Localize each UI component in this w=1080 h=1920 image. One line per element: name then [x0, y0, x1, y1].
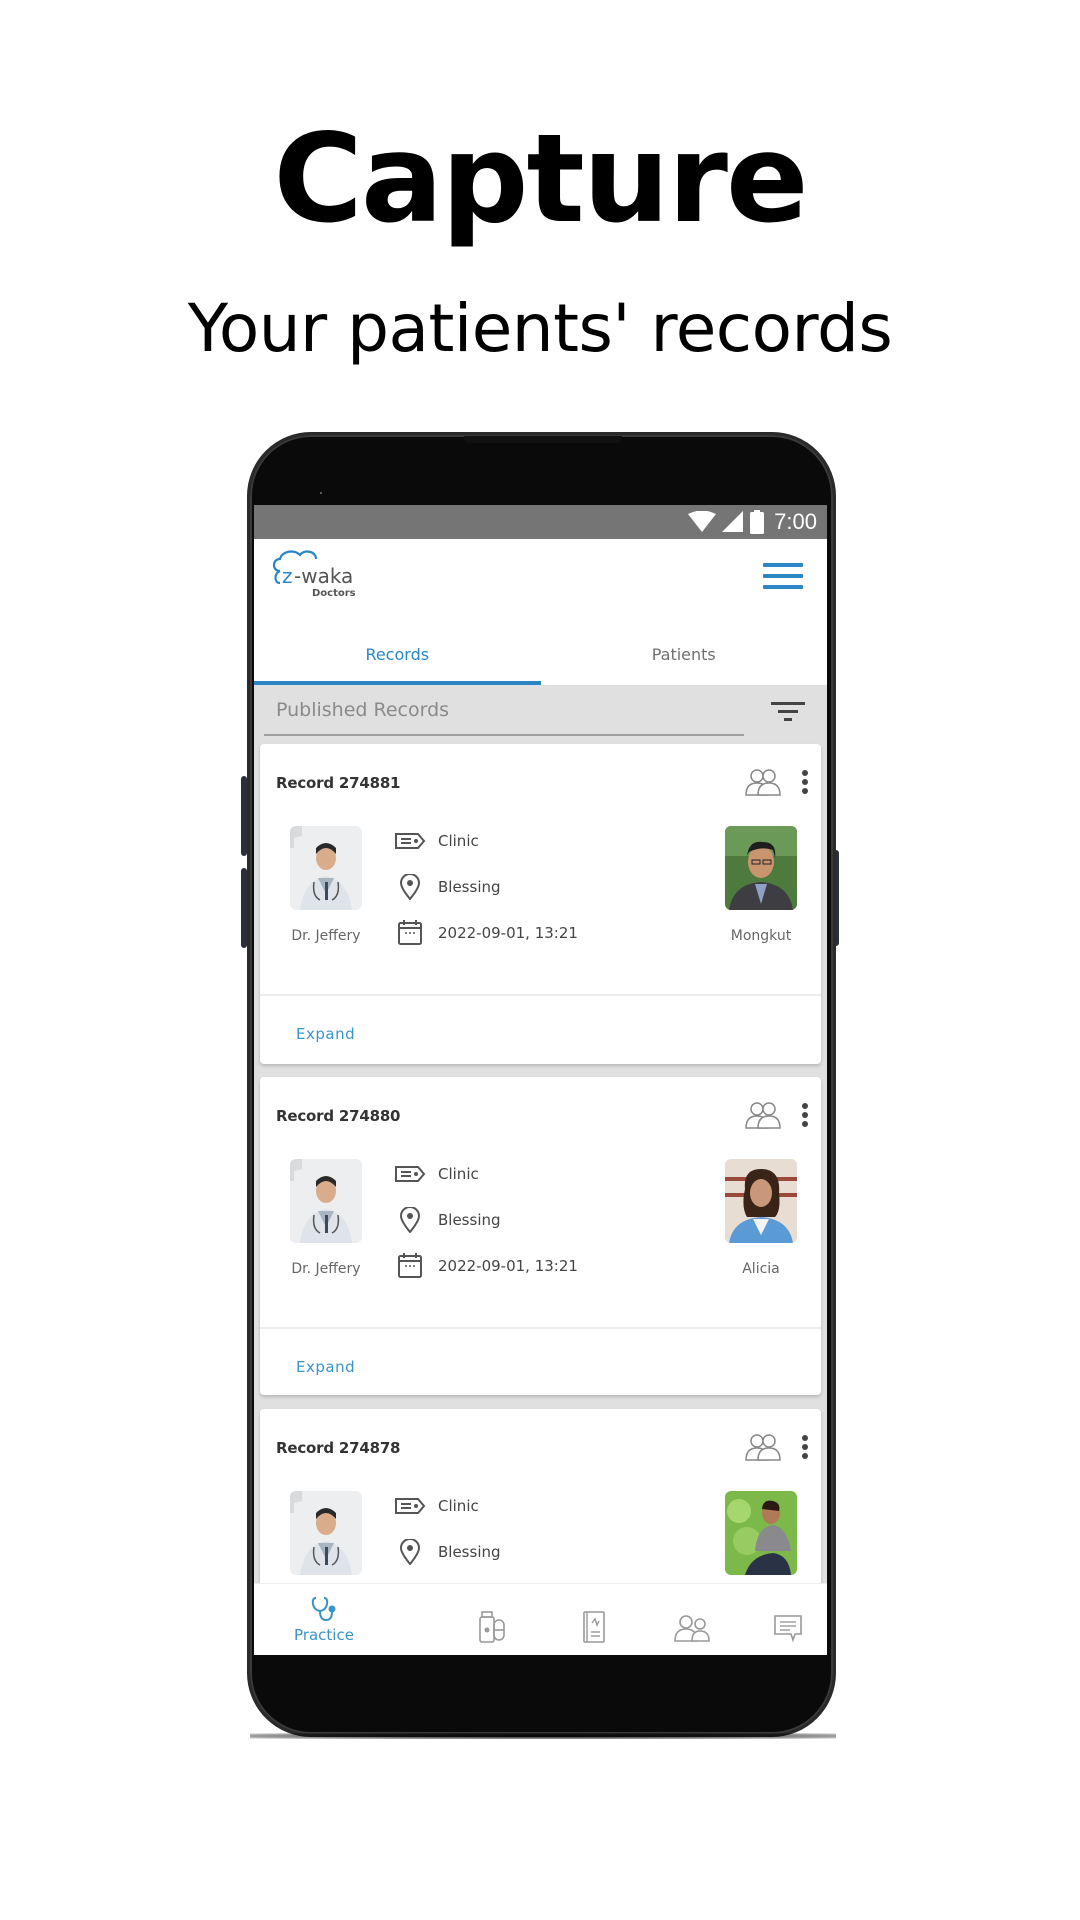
share-with-users-icon[interactable] — [745, 1101, 781, 1129]
status-time: 7:00 — [774, 509, 817, 534]
more-options-icon[interactable] — [801, 1103, 809, 1129]
nav-messages[interactable] — [758, 1584, 818, 1655]
tag-icon — [395, 1166, 426, 1182]
logo-waka: -waka — [294, 564, 353, 588]
signal-icon — [722, 511, 744, 532]
bottom-navigation: Practice — [254, 1583, 827, 1655]
doctor-name: Dr. Jeffery — [291, 1261, 361, 1277]
z-waka-logo: z -waka Doctors — [272, 550, 356, 599]
phone-shadow — [250, 1733, 836, 1739]
record-type-row: Clinic — [394, 1493, 479, 1519]
tag-icon — [395, 1498, 426, 1514]
phone-screen: 7:00 z -waka Doctors Records Patients Pu… — [254, 505, 827, 1655]
record-location: Blessing — [438, 1543, 501, 1561]
share-with-users-icon[interactable] — [745, 768, 781, 796]
record-location: Blessing — [438, 1211, 501, 1229]
doctor-avatar — [290, 1491, 362, 1575]
record-location-row: Blessing — [394, 874, 501, 900]
status-bar: 7:00 — [254, 505, 827, 539]
location-pin-icon — [399, 874, 421, 900]
record-type: Clinic — [438, 1165, 479, 1183]
record-type: Clinic — [438, 1497, 479, 1515]
record-title: Record 274878 — [276, 1439, 401, 1457]
expand-button[interactable]: Expand — [296, 1025, 355, 1043]
patient-name: Alicia — [742, 1261, 780, 1277]
tag-icon — [395, 833, 426, 849]
record-datetime: 2022-09-01, 13:21 — [438, 1257, 578, 1275]
hamburger-menu-button[interactable] — [763, 563, 803, 593]
filter-bar — [254, 685, 827, 743]
card-divider — [260, 1327, 821, 1329]
tab-patients[interactable]: Patients — [541, 621, 828, 685]
phone-speaker — [464, 436, 622, 443]
nav-practice[interactable]: Practice — [284, 1584, 364, 1655]
location-pin-icon — [399, 1539, 421, 1565]
calendar-icon — [398, 1253, 422, 1278]
patient-avatar — [725, 1491, 797, 1575]
more-options-icon[interactable] — [801, 770, 809, 796]
stethoscope-icon — [311, 1597, 336, 1622]
phone-camera — [320, 492, 322, 494]
record-location: Blessing — [438, 878, 501, 896]
record-title: Record 274881 — [276, 774, 401, 792]
record-location-row: Blessing — [394, 1207, 501, 1233]
promo-subheadline: Your patients' records — [187, 290, 893, 367]
tab-bar: Records Patients — [254, 621, 827, 685]
record-datetime-row: 2022-09-01, 13:21 — [394, 1253, 578, 1279]
record-type-row: Clinic — [394, 1161, 479, 1187]
medical-book-icon — [583, 1611, 605, 1643]
nav-medication[interactable] — [462, 1584, 522, 1655]
tab-records[interactable]: Records — [254, 621, 541, 685]
nav-medical-records[interactable] — [564, 1584, 624, 1655]
share-with-users-icon[interactable] — [745, 1433, 781, 1461]
hamburger-line — [763, 585, 803, 589]
card-divider — [260, 994, 821, 996]
doctor-name: Dr. Jeffery — [291, 928, 361, 944]
doctor-avatar — [290, 826, 362, 910]
nav-practice-label: Practice — [294, 1626, 354, 1644]
wifi-icon — [688, 511, 717, 532]
record-title: Record 274880 — [276, 1107, 401, 1125]
patient-name: Mongkut — [730, 928, 792, 944]
patient-avatar — [725, 826, 797, 910]
promo-headline: Capture — [273, 108, 808, 250]
record-location-row: Blessing — [394, 1539, 501, 1565]
record-type-row: Clinic — [394, 828, 479, 854]
logo-doctors: Doctors — [312, 588, 356, 599]
expand-button[interactable]: Expand — [296, 1358, 355, 1376]
nav-patients[interactable] — [662, 1584, 722, 1655]
location-pin-icon — [399, 1207, 421, 1233]
patient-avatar — [725, 1159, 797, 1243]
more-options-icon[interactable] — [801, 1435, 809, 1461]
record-card[interactable]: Record 274880 Dr. Jeffery Clinic Blessin… — [260, 1077, 821, 1395]
logo-z: z — [282, 564, 293, 588]
patients-icon — [674, 1615, 710, 1642]
record-card[interactable]: Record 274881 Dr. Jeffery Clinic Blessin… — [260, 744, 821, 1064]
battery-icon — [750, 510, 765, 534]
record-datetime: 2022-09-01, 13:21 — [438, 924, 578, 942]
hamburger-line — [763, 574, 803, 578]
hamburger-line — [763, 563, 803, 567]
filter-icon[interactable] — [771, 701, 805, 723]
doctor-avatar — [290, 1159, 362, 1243]
record-type: Clinic — [438, 832, 479, 850]
calendar-icon — [398, 920, 422, 945]
record-datetime-row: 2022-09-01, 13:21 — [394, 920, 578, 946]
medication-icon — [479, 1611, 505, 1643]
published-records-search-input[interactable] — [264, 685, 744, 736]
messages-icon — [774, 1615, 802, 1642]
app-header: z -waka Doctors — [254, 539, 827, 621]
